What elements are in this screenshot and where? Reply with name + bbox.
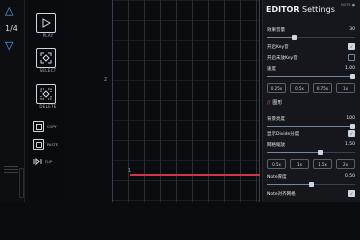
- unplaced-keysound-row[interactable]: 开启未放Key音: [267, 54, 355, 61]
- flip-button[interactable]: FLIP: [33, 157, 52, 166]
- speed-preset-025[interactable]: 0.25x: [267, 83, 286, 93]
- grid-scale-label: 网格缩放: [267, 143, 285, 148]
- panel-badge: NOTE ●: [341, 3, 355, 7]
- unplaced-keysound-checkbox[interactable]: [348, 54, 355, 61]
- speed-label: 速度: [267, 67, 276, 72]
- bg-brightness-slider[interactable]: [267, 124, 355, 129]
- delete-icon: [40, 88, 52, 100]
- note-snap-label: Note对齐网格: [267, 192, 296, 197]
- grid-left-edge: [112, 0, 113, 202]
- copy-button[interactable]: COPY: [33, 121, 57, 132]
- flip-icon: [33, 157, 42, 166]
- paste-button[interactable]: PASTE: [33, 139, 59, 150]
- page-counter: 1/4: [5, 24, 18, 33]
- note-thickness-slider[interactable]: [267, 182, 355, 187]
- volume-label: 效果音量: [267, 28, 285, 33]
- graphics-section-header: //图形: [267, 99, 282, 106]
- flip-label: FLIP: [45, 159, 53, 164]
- scale-preset-2[interactable]: 2x: [336, 159, 355, 169]
- copy-label: COPY: [47, 124, 57, 129]
- play-button[interactable]: [36, 13, 56, 33]
- editor-vertical-tab[interactable]: [19, 168, 24, 198]
- paste-icon: [33, 139, 44, 150]
- grid-scale-value: 1.50: [344, 142, 355, 147]
- divide-lines-label: 显示Divide分度: [267, 132, 300, 137]
- note-grid[interactable]: [112, 0, 260, 202]
- delete-button[interactable]: [36, 84, 56, 104]
- page-up-icon[interactable]: △: [5, 5, 13, 16]
- speed-value: 1.00: [344, 66, 355, 71]
- keysound-checkbox[interactable]: ✓: [348, 43, 355, 50]
- grid-right-edge: [259, 0, 260, 202]
- divide-lines-checkbox[interactable]: ✓: [348, 130, 355, 137]
- note-thickness-label: Note厚度: [267, 175, 287, 180]
- bg-brightness-value: 100: [346, 116, 355, 121]
- keysound-label: 开启Key音: [267, 45, 289, 50]
- note-thickness-value: 0.50: [344, 174, 355, 179]
- select-button[interactable]: [36, 48, 56, 68]
- speed-slider-knob[interactable]: [350, 74, 355, 79]
- select-icon: [40, 52, 52, 64]
- judgement-line: [130, 174, 260, 176]
- section-title: 图形: [272, 100, 283, 106]
- volume-slider-knob[interactable]: [292, 35, 297, 40]
- scale-preset-1[interactable]: 1x: [290, 159, 309, 169]
- speed-preset-1[interactable]: 1x: [336, 83, 355, 93]
- speed-presets: 0.25x 0.5x 0.75x 1x: [267, 83, 355, 93]
- unplaced-keysound-label: 开启未放Key音: [267, 56, 298, 61]
- speed-preset-075[interactable]: 0.75x: [313, 83, 332, 93]
- grid-scale-slider[interactable]: [267, 150, 355, 155]
- volume-slider[interactable]: [267, 35, 355, 40]
- panel-title-rest: Settings: [299, 5, 335, 14]
- panel-title: EDITOR Settings: [266, 5, 335, 14]
- copy-icon: [33, 121, 44, 132]
- volume-value: 30: [349, 27, 355, 32]
- menu-icon[interactable]: [4, 164, 18, 175]
- volume-row: 效果音量 30: [267, 27, 355, 33]
- select-label: SELECT: [39, 68, 57, 73]
- note-snap-checkbox[interactable]: ✓: [348, 190, 355, 197]
- scale-presets: 0.5x 1x 1.5x 2x: [267, 159, 355, 169]
- bg-brightness-row: 背景亮度 100: [267, 116, 355, 122]
- grid-scale-row: 网格缩放 1.50: [267, 142, 355, 148]
- panel-title-bold: EDITOR: [266, 5, 300, 14]
- speed-slider[interactable]: [267, 74, 355, 79]
- bg-brightness-label: 背景亮度: [267, 117, 285, 122]
- scale-preset-15[interactable]: 1.5x: [313, 159, 332, 169]
- beat-marker: 2: [104, 77, 108, 83]
- delete-label: DELETE: [39, 104, 57, 109]
- divide-lines-row[interactable]: 显示Divide分度 ✓: [267, 130, 355, 137]
- page-down-icon[interactable]: ▽: [5, 40, 13, 51]
- speed-row: 速度 1.00: [267, 66, 355, 72]
- section-hash-icon: //: [267, 100, 271, 106]
- grid-scale-slider-knob[interactable]: [318, 150, 323, 155]
- note-thickness-slider-knob[interactable]: [309, 182, 314, 187]
- play-label: PLAY: [42, 33, 54, 38]
- note-thickness-row: Note厚度 0.50: [267, 174, 355, 180]
- play-icon: [42, 18, 51, 28]
- note-snap-row[interactable]: Note对齐网格 ✓: [267, 190, 355, 197]
- scale-preset-05[interactable]: 0.5x: [267, 159, 286, 169]
- paste-label: PASTE: [47, 142, 59, 147]
- keysound-row[interactable]: 开启Key音 ✓: [267, 43, 355, 50]
- speed-preset-05[interactable]: 0.5x: [290, 83, 309, 93]
- bg-brightness-slider-knob[interactable]: [350, 124, 355, 129]
